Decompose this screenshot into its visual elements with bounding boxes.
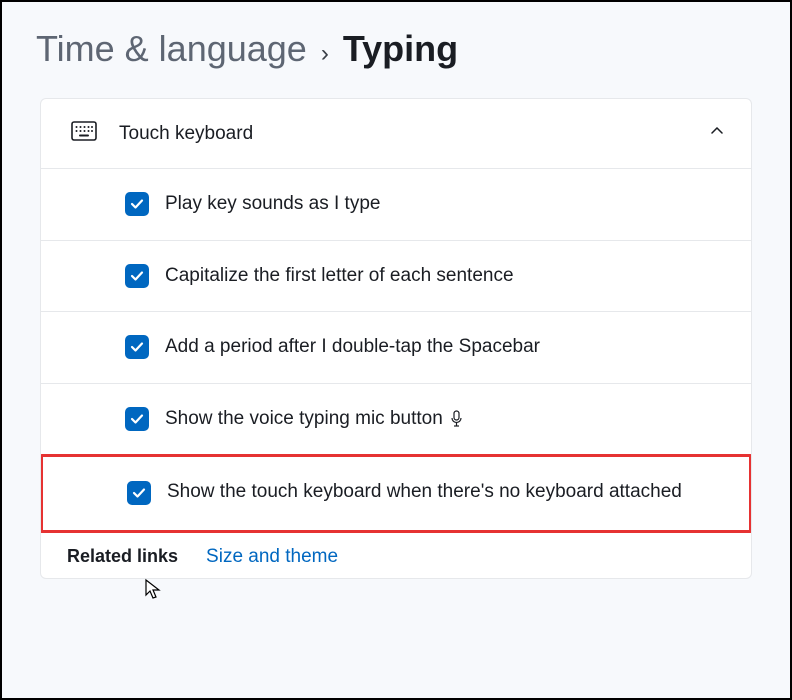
cursor-icon — [144, 578, 162, 600]
chevron-right-icon: › — [321, 40, 329, 68]
panel-header[interactable]: Touch keyboard — [41, 99, 751, 169]
option-show-touch-keyboard[interactable]: Show the touch keyboard when there's no … — [43, 457, 749, 530]
breadcrumb-parent[interactable]: Time & language — [36, 28, 307, 70]
highlight-annotation: Show the touch keyboard when there's no … — [40, 454, 752, 533]
option-label: Show the touch keyboard when there's no … — [167, 479, 682, 506]
related-links-footer: Related links Size and theme — [41, 532, 751, 578]
option-show-mic[interactable]: Show the voice typing mic button — [41, 384, 751, 456]
breadcrumb: Time & language › Typing — [36, 28, 752, 70]
touch-keyboard-panel: Touch keyboard Play key sounds as I type… — [40, 98, 752, 579]
option-label: Play key sounds as I type — [165, 191, 380, 218]
option-label: Capitalize the first letter of each sent… — [165, 263, 514, 290]
panel-title: Touch keyboard — [119, 123, 687, 145]
keyboard-icon — [71, 121, 97, 146]
checkbox-checked-icon[interactable] — [125, 407, 149, 431]
option-label: Add a period after I double-tap the Spac… — [165, 334, 540, 361]
option-add-period[interactable]: Add a period after I double-tap the Spac… — [41, 312, 751, 384]
checkbox-checked-icon[interactable] — [125, 335, 149, 359]
page-title: Typing — [343, 28, 458, 70]
checkbox-checked-icon[interactable] — [125, 264, 149, 288]
chevron-up-icon — [709, 123, 725, 144]
option-play-sounds[interactable]: Play key sounds as I type — [41, 169, 751, 241]
option-label: Show the voice typing mic button — [165, 406, 464, 433]
size-and-theme-link[interactable]: Size and theme — [206, 546, 338, 568]
checkbox-checked-icon[interactable] — [125, 192, 149, 216]
related-links-label: Related links — [67, 546, 178, 567]
checkbox-checked-icon[interactable] — [127, 481, 151, 505]
option-capitalize[interactable]: Capitalize the first letter of each sent… — [41, 241, 751, 313]
microphone-icon — [449, 410, 464, 428]
